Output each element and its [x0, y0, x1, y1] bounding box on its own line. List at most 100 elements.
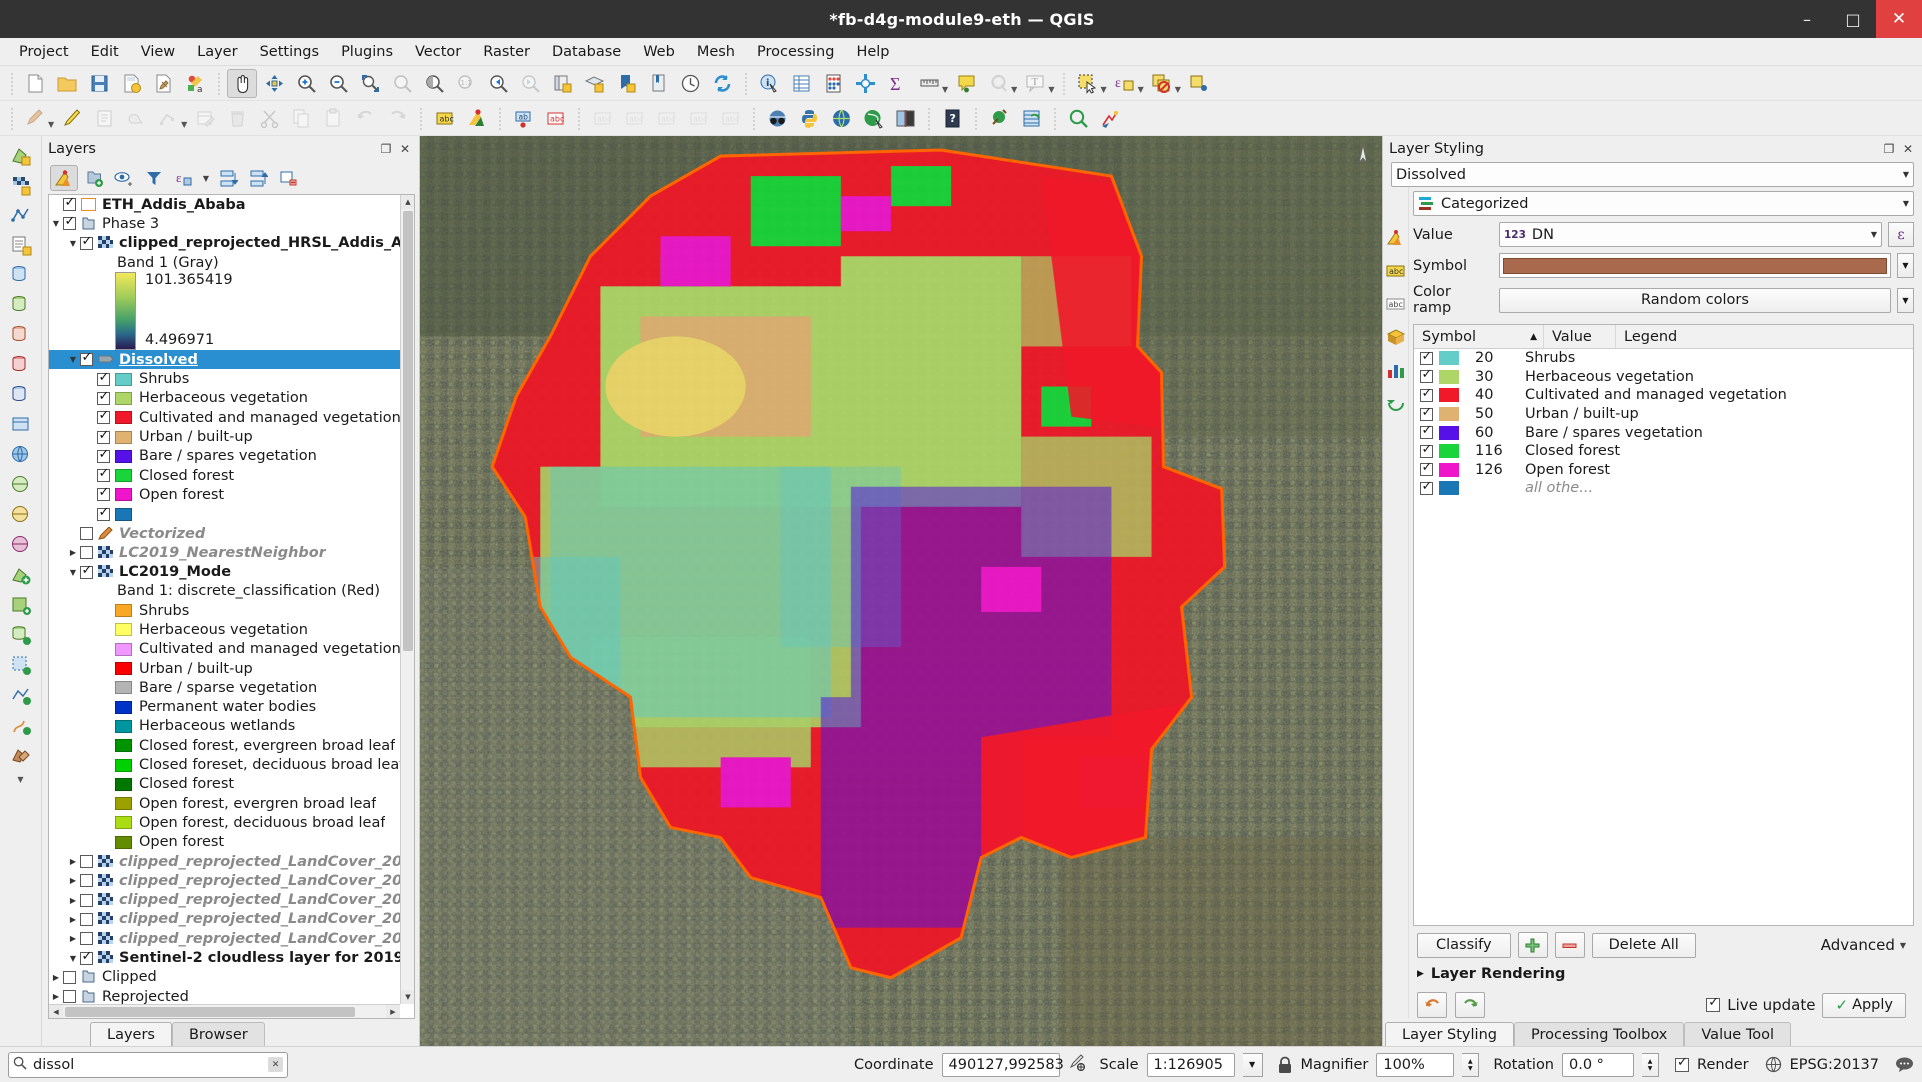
toggle-editing-icon[interactable]	[57, 104, 87, 133]
python-console-icon[interactable]	[794, 104, 824, 133]
category-color-swatch[interactable]	[1439, 444, 1459, 459]
layer-visibility-checkbox[interactable]	[80, 546, 93, 560]
filter-dropdown-icon[interactable]: ▼	[200, 165, 212, 191]
tab-layer-styling[interactable]: Layer Styling	[1385, 1022, 1514, 1046]
layer-tree-row[interactable]: Closed forest	[49, 775, 400, 794]
vscroll-thumb[interactable]	[403, 211, 413, 651]
hscroll-thumb[interactable]	[65, 1007, 355, 1017]
lock-scale-icon[interactable]	[1277, 1056, 1293, 1074]
layer-tree-row[interactable]: Shrubs	[49, 369, 400, 388]
cut-features-icon[interactable]	[254, 104, 284, 133]
qgis-earth-plugin-icon[interactable]	[858, 104, 888, 133]
new-gpx-layer-icon[interactable]	[4, 710, 38, 740]
undock-icon[interactable]: ❐	[1881, 141, 1897, 157]
select-features-icon[interactable]	[1072, 69, 1102, 98]
new-temporary-layer-icon[interactable]	[4, 650, 38, 680]
scale-input[interactable]: 1:126905	[1146, 1052, 1235, 1077]
layer-tree-row[interactable]: Urban / built-up	[49, 427, 400, 446]
new-print-layout-icon[interactable]	[148, 69, 178, 98]
expander-icon[interactable]: ▶	[66, 934, 80, 943]
category-checkbox[interactable]	[1420, 423, 1433, 440]
menu-layer[interactable]: Layer	[186, 41, 248, 63]
layer-tree-row[interactable]: Cultivated and managed vegetation	[49, 408, 400, 427]
expander-icon[interactable]: ▼	[66, 355, 80, 364]
symbol-dropdown-icon[interactable]: ▼	[1897, 253, 1914, 278]
identify-features-icon[interactable]: i	[754, 69, 784, 98]
undo-edit-icon[interactable]	[350, 104, 380, 133]
category-color-swatch[interactable]	[1439, 481, 1459, 496]
layer-visibility-checkbox[interactable]	[80, 527, 93, 540]
add-virtual-layer-icon[interactable]	[4, 410, 38, 440]
category-checkbox[interactable]	[1420, 349, 1433, 365]
layer-tree-row[interactable]: Shrubs	[49, 601, 400, 620]
category-color-swatch[interactable]	[1439, 388, 1459, 403]
layer-tree-row[interactable]: Bare / spares vegetation	[49, 447, 400, 466]
menu-processing[interactable]: Processing	[746, 41, 845, 63]
zoom-in-icon[interactable]	[291, 69, 321, 98]
add-oracle-layer-icon[interactable]	[4, 350, 38, 380]
label-toolbar-icon[interactable]: abc	[429, 104, 459, 133]
map-tips-icon[interactable]	[951, 69, 981, 98]
category-row[interactable]: 50 Urban / built-up	[1414, 405, 1913, 424]
globe-icon[interactable]	[1765, 1056, 1782, 1073]
category-row[interactable]: 116 Closed forest	[1414, 442, 1913, 461]
layer-tree-row[interactable]: Open forest, deciduous broad leaf	[49, 813, 400, 832]
menu-edit[interactable]: Edit	[80, 41, 130, 63]
menu-project[interactable]: Project	[8, 41, 80, 63]
field-calculator-icon[interactable]	[818, 69, 848, 98]
category-row[interactable]: 30 Herbaceous vegetation	[1414, 367, 1913, 387]
crs-label[interactable]: EPSG:20137	[1790, 1057, 1879, 1073]
scale-dropdown-icon[interactable]: ▼	[1242, 1052, 1263, 1077]
pan-map-icon[interactable]	[227, 68, 257, 98]
category-row[interactable]: 60 Bare / spares vegetation	[1414, 423, 1913, 442]
layer-visibility-checkbox[interactable]	[97, 428, 110, 444]
layer-tree[interactable]: ETH_Addis_Ababa ▼ Phase 3 ▼ clipped_reprojec…	[48, 194, 415, 1019]
layer-tree-row[interactable]: Open forest	[49, 485, 400, 504]
layer-tree-row[interactable]: ▶ Reprojected	[49, 987, 400, 1004]
category-row[interactable]: 40 Cultivated and managed vegetation	[1414, 386, 1913, 405]
openlayers-plugin-icon[interactable]	[826, 104, 856, 133]
scroll-left-icon[interactable]: ◀	[49, 1005, 63, 1018]
layer-visibility-checkbox[interactable]	[63, 970, 76, 984]
layer-visibility-checkbox[interactable]	[80, 234, 93, 250]
open-datasource-manager-icon[interactable]	[4, 740, 38, 770]
symbology-tab-icon[interactable]	[1385, 227, 1407, 249]
zoom-native-icon[interactable]: 1:1	[451, 69, 481, 98]
diagrams-tab-icon[interactable]	[1385, 359, 1407, 381]
select-value-icon[interactable]	[1184, 69, 1214, 98]
magnifier-input[interactable]: 100%	[1376, 1052, 1455, 1077]
scroll-down-icon[interactable]: ▼	[401, 990, 414, 1004]
expander-icon[interactable]: ▶	[66, 896, 80, 905]
filter-legend-icon[interactable]	[140, 165, 168, 191]
collapse-all-icon[interactable]	[244, 165, 272, 191]
rotation-input[interactable]: 0.0 °	[1562, 1052, 1635, 1077]
category-row[interactable]: 20 Shrubs	[1414, 349, 1913, 368]
new-shapefile-layer-icon[interactable]	[4, 560, 38, 590]
category-checkbox[interactable]	[1420, 367, 1433, 384]
delete-all-button[interactable]: Delete All	[1591, 932, 1696, 958]
copy-features-icon[interactable]	[286, 104, 316, 133]
expander-icon[interactable]: ▶	[66, 876, 80, 885]
new-mesh-layer-icon[interactable]	[4, 680, 38, 710]
rotation-stepper[interactable]: ▲ ▼	[1642, 1052, 1660, 1077]
expander-icon[interactable]: ▶	[1417, 969, 1424, 979]
layer-visibility-checkbox[interactable]	[63, 214, 76, 231]
coordinate-capture-icon[interactable]	[1068, 1053, 1086, 1076]
expander-icon[interactable]: ▶	[49, 973, 63, 982]
close-icon[interactable]: ✕	[1900, 141, 1916, 157]
save-project-as-icon[interactable]	[116, 69, 146, 98]
layer-visibility-checkbox[interactable]	[80, 949, 93, 965]
deselect-features-icon[interactable]	[1147, 69, 1177, 98]
layer-tree-row[interactable]	[49, 505, 400, 524]
category-row[interactable]: 126 Open forest	[1414, 460, 1913, 480]
layer-tree-hscrollbar[interactable]: ◀ ▶	[49, 1004, 400, 1018]
layer-visibility-checkbox[interactable]	[80, 563, 93, 579]
render-checkbox[interactable]	[1675, 1055, 1690, 1072]
layer-tree-row[interactable]: Urban / built-up	[49, 659, 400, 678]
menu-web[interactable]: Web	[632, 41, 686, 63]
new-map-view-icon[interactable]	[547, 69, 577, 98]
magnifier-stepper[interactable]: ▲ ▼	[1462, 1052, 1480, 1077]
layer-visibility-checkbox[interactable]	[80, 874, 93, 888]
category-checkbox[interactable]	[1420, 405, 1433, 421]
coordinate-input[interactable]: 490127,992583	[941, 1052, 1064, 1077]
